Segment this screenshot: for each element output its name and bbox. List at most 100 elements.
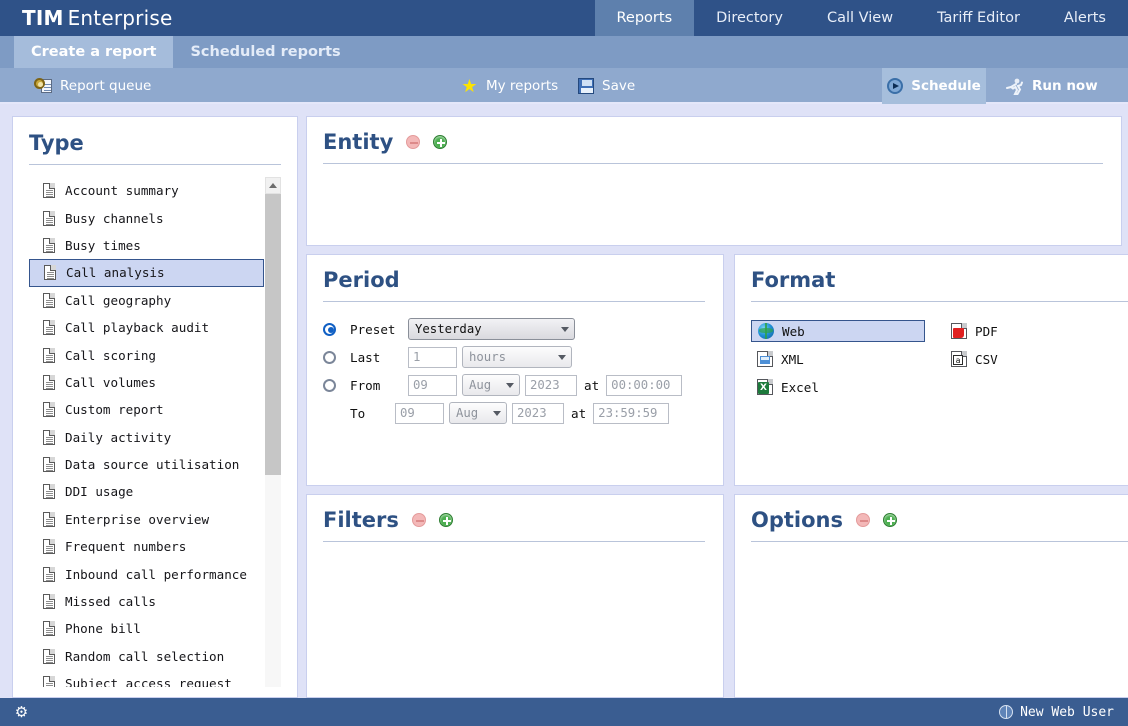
schedule-button[interactable]: Schedule bbox=[882, 68, 986, 104]
format-option-label: Excel bbox=[781, 380, 819, 395]
type-item-random-call-selection[interactable]: Random call selection bbox=[29, 643, 281, 670]
entity-remove-icon[interactable] bbox=[406, 135, 420, 149]
type-item-ddi-usage[interactable]: DDI usage bbox=[29, 478, 281, 505]
document-icon bbox=[43, 430, 55, 445]
options-remove-icon[interactable] bbox=[856, 513, 870, 527]
type-item-call-volumes[interactable]: Call volumes bbox=[29, 369, 281, 396]
format-option-web[interactable]: Web bbox=[751, 320, 925, 342]
type-item-busy-channels[interactable]: Busy channels bbox=[29, 204, 281, 231]
nav-tab-call-view[interactable]: Call View bbox=[805, 0, 915, 36]
scroll-up-icon[interactable] bbox=[265, 177, 281, 194]
from-year-input[interactable]: 2023 bbox=[525, 375, 577, 396]
to-at-label: at bbox=[571, 406, 586, 421]
from-month-select[interactable]: Aug bbox=[462, 374, 520, 396]
type-list-scrollbar[interactable] bbox=[265, 177, 281, 687]
type-item-enterprise-overview[interactable]: Enterprise overview bbox=[29, 506, 281, 533]
type-panel: Type Account summary Busy channels Busy … bbox=[12, 116, 298, 698]
period-panel-title: Period bbox=[323, 268, 705, 292]
run-now-button[interactable]: Run now bbox=[1000, 68, 1104, 104]
xml-icon bbox=[757, 351, 773, 367]
report-queue-icon bbox=[34, 78, 52, 94]
options-panel-title: Options bbox=[751, 508, 843, 532]
type-item-label: Data source utilisation bbox=[65, 457, 239, 472]
type-item-busy-times[interactable]: Busy times bbox=[29, 232, 281, 259]
type-item-label: Missed calls bbox=[65, 594, 156, 609]
chevron-down-icon bbox=[561, 327, 569, 332]
format-option-xml[interactable]: XML bbox=[751, 348, 810, 370]
format-option-pdf[interactable]: PDF bbox=[945, 320, 1004, 342]
app-logo: TIM Enterprise bbox=[0, 0, 172, 36]
type-item-call-playback-audit[interactable]: Call playback audit bbox=[29, 314, 281, 341]
from-at-label: at bbox=[584, 378, 599, 393]
report-queue-button[interactable]: Report queue bbox=[28, 68, 157, 104]
document-icon bbox=[43, 320, 55, 335]
format-option-label: CSV bbox=[975, 352, 998, 367]
format-option-excel[interactable]: Excel bbox=[751, 376, 825, 398]
action-toolbar: Report queue ★ My reports Save Schedule … bbox=[0, 68, 1128, 104]
document-icon bbox=[44, 265, 56, 280]
my-reports-button[interactable]: ★ My reports bbox=[455, 68, 564, 104]
nav-tab-directory[interactable]: Directory bbox=[694, 0, 805, 36]
preset-radio[interactable] bbox=[323, 323, 336, 336]
filters-panel-title: Filters bbox=[323, 508, 399, 532]
gear-icon[interactable]: ⚙ bbox=[14, 705, 29, 720]
floppy-disk-icon bbox=[578, 78, 594, 94]
type-item-label: Call geography bbox=[65, 293, 171, 308]
filters-remove-icon[interactable] bbox=[412, 513, 426, 527]
type-item-call-scoring[interactable]: Call scoring bbox=[29, 341, 281, 368]
chevron-down-icon bbox=[506, 383, 514, 388]
nav-tab-reports[interactable]: Reports bbox=[595, 0, 695, 36]
scrollbar-thumb[interactable] bbox=[265, 194, 281, 475]
type-item-daily-activity[interactable]: Daily activity bbox=[29, 424, 281, 451]
current-user[interactable]: New Web User bbox=[999, 705, 1114, 720]
type-item-data-source-utilisation[interactable]: Data source utilisation bbox=[29, 451, 281, 478]
to-day-input[interactable]: 09 bbox=[395, 403, 444, 424]
type-item-label: Subject access request bbox=[65, 676, 232, 687]
type-item-account-summary[interactable]: Account summary bbox=[29, 177, 281, 204]
type-item-frequent-numbers[interactable]: Frequent numbers bbox=[29, 533, 281, 560]
type-item-phone-bill[interactable]: Phone bill bbox=[29, 615, 281, 642]
preset-select-value: Yesterday bbox=[415, 322, 482, 336]
period-panel: Period Preset Yesterday Last 1 hours bbox=[306, 254, 724, 486]
to-year-input[interactable]: 2023 bbox=[512, 403, 564, 424]
options-add-icon[interactable] bbox=[883, 513, 897, 527]
secondary-nav: Create a report Scheduled reports bbox=[0, 36, 1128, 68]
format-option-label: PDF bbox=[975, 324, 998, 339]
type-item-custom-report[interactable]: Custom report bbox=[29, 396, 281, 423]
last-radio[interactable] bbox=[323, 351, 336, 364]
save-button[interactable]: Save bbox=[572, 68, 641, 104]
document-icon bbox=[43, 567, 55, 582]
format-option-csv[interactable]: a CSV bbox=[945, 348, 1004, 370]
chevron-down-icon bbox=[558, 355, 566, 360]
from-time-input[interactable]: 00:00:00 bbox=[606, 375, 682, 396]
last-quantity-input[interactable]: 1 bbox=[408, 347, 457, 368]
type-item-label: DDI usage bbox=[65, 484, 133, 499]
type-item-label: Custom report bbox=[65, 402, 164, 417]
to-month-select[interactable]: Aug bbox=[449, 402, 507, 424]
preset-select[interactable]: Yesterday bbox=[408, 318, 575, 340]
entity-add-icon[interactable] bbox=[433, 135, 447, 149]
to-time-input[interactable]: 23:59:59 bbox=[593, 403, 669, 424]
type-item-call-geography[interactable]: Call geography bbox=[29, 287, 281, 314]
options-panel-header: Options bbox=[751, 508, 1128, 532]
type-item-call-analysis[interactable]: Call analysis bbox=[29, 259, 264, 286]
type-item-inbound-call-performance[interactable]: Inbound call performance bbox=[29, 560, 281, 587]
type-item-label: Frequent numbers bbox=[65, 539, 186, 554]
filters-add-icon[interactable] bbox=[439, 513, 453, 527]
nav-tab-tariff-editor[interactable]: Tariff Editor bbox=[915, 0, 1042, 36]
document-icon bbox=[43, 211, 55, 226]
subtab-create-a-report[interactable]: Create a report bbox=[14, 36, 173, 68]
last-unit-select[interactable]: hours bbox=[462, 346, 572, 368]
period-form: Preset Yesterday Last 1 hours From 09 bbox=[323, 316, 705, 426]
type-item-subject-access-request[interactable]: Subject access request bbox=[29, 670, 281, 687]
from-day-input[interactable]: 09 bbox=[408, 375, 457, 396]
document-icon bbox=[43, 621, 55, 636]
type-item-missed-calls[interactable]: Missed calls bbox=[29, 588, 281, 615]
from-radio[interactable] bbox=[323, 379, 336, 392]
document-icon bbox=[43, 293, 55, 308]
document-icon bbox=[43, 594, 55, 609]
subtab-scheduled-reports[interactable]: Scheduled reports bbox=[173, 36, 357, 68]
report-type-list[interactable]: Account summary Busy channels Busy times… bbox=[29, 177, 281, 687]
nav-tab-alerts[interactable]: Alerts bbox=[1042, 0, 1128, 36]
primary-nav: Reports Directory Call View Tariff Edito… bbox=[595, 0, 1128, 36]
